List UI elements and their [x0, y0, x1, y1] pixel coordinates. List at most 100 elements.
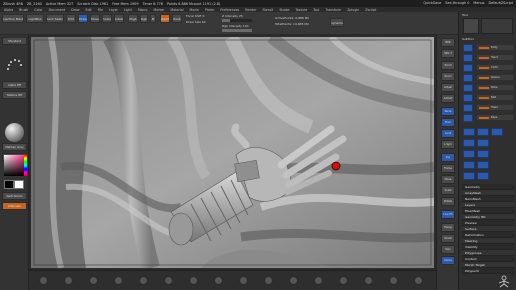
- xyz-button[interactable]: Xyz: [441, 153, 455, 162]
- z-intensity-slider[interactable]: [222, 19, 252, 22]
- tool-preview[interactable]: [481, 18, 513, 34]
- xpose-button[interactable]: Xpose: [441, 256, 455, 265]
- brush-slot-icon[interactable]: [214, 276, 223, 285]
- brush-slot-icon[interactable]: [189, 276, 198, 285]
- subtool-visibility-toggle[interactable]: [463, 44, 473, 52]
- linefill-button[interactable]: Line Fill: [441, 210, 455, 219]
- rgb-intensity-slider[interactable]: [222, 29, 252, 32]
- m-button[interactable]: M: [150, 14, 156, 23]
- material-selector[interactable]: MatCap Gray: [2, 143, 27, 151]
- brush-slot-icon[interactable]: [239, 276, 248, 285]
- brush-slot-icon[interactable]: [114, 276, 123, 285]
- menu-brush[interactable]: Brush: [19, 8, 28, 12]
- aahalf-button[interactable]: AAHalf: [441, 94, 455, 103]
- persp-button[interactable]: Persp: [441, 107, 455, 116]
- subtool-visibility-toggle[interactable]: [463, 104, 473, 112]
- subtool-visibility-toggle[interactable]: [463, 94, 473, 102]
- subtool-action-button[interactable]: [477, 128, 489, 136]
- brush-slot-icon[interactable]: [139, 276, 148, 285]
- rotate-view-button[interactable]: Rotate: [441, 197, 455, 206]
- subtool-visibility-toggle[interactable]: [463, 114, 473, 122]
- menu-layer[interactable]: Layer: [109, 8, 118, 12]
- subtool-item[interactable]: Body: [477, 45, 513, 50]
- subtool-action-button[interactable]: [491, 128, 503, 136]
- menu-stencil[interactable]: Stencil: [263, 8, 274, 12]
- scroll-button[interactable]: Scroll: [441, 61, 455, 70]
- brush-slot-icon[interactable]: [314, 276, 323, 285]
- transp-button[interactable]: Transp: [441, 223, 455, 232]
- scale-button[interactable]: Scale: [102, 14, 112, 23]
- alternate-button[interactable]: Alternate: [2, 202, 27, 210]
- menu-zscript[interactable]: Zscript: [365, 8, 376, 12]
- rgb-button[interactable]: Rgb: [140, 14, 148, 23]
- dynamic-button[interactable]: Dynamic: [330, 18, 344, 27]
- subtool-visibility-toggle[interactable]: [463, 64, 473, 72]
- spix-button[interactable]: SPix 3: [441, 49, 455, 58]
- lsym-button[interactable]: L.Sym: [441, 140, 455, 149]
- quicksave-button[interactable]: QuickSave: [423, 1, 441, 5]
- menu-document[interactable]: Document: [49, 8, 66, 12]
- subtool-visibility-toggle[interactable]: [463, 54, 473, 62]
- sculpt-viewport[interactable]: [31, 37, 434, 268]
- zsub-button[interactable]: Zsub: [172, 14, 182, 23]
- brush-slot-icon[interactable]: [364, 276, 373, 285]
- alpha-selector[interactable]: Alpha Off: [2, 81, 27, 89]
- main-color-swatch[interactable]: [4, 180, 14, 189]
- document-canvas[interactable]: [29, 35, 436, 270]
- brush-slot-icon[interactable]: [264, 276, 273, 285]
- zoom-button[interactable]: Zoom: [441, 72, 455, 81]
- subtool-visibility-toggle[interactable]: [463, 84, 473, 92]
- menus-button[interactable]: Menus: [473, 1, 484, 5]
- brush-slot-icon[interactable]: [389, 276, 398, 285]
- subtool-item[interactable]: Belt: [477, 95, 513, 100]
- brush-selector[interactable]: Standard: [2, 37, 27, 45]
- subtool-action-button[interactable]: [477, 150, 489, 158]
- frame-button[interactable]: Frame: [441, 164, 455, 173]
- floor-button[interactable]: Floor: [441, 118, 455, 127]
- menu-edit[interactable]: Edit: [85, 8, 91, 12]
- stroke-icon[interactable]: [4, 55, 24, 77]
- mrgb-button[interactable]: Mrgb: [128, 14, 138, 23]
- menu-render[interactable]: Render: [245, 8, 256, 12]
- seethrough-slider[interactable]: See-through 0: [445, 1, 469, 5]
- subtool-visibility-toggle[interactable]: [463, 74, 473, 82]
- subtool-action-button[interactable]: [477, 172, 489, 180]
- menu-draw[interactable]: Draw: [71, 8, 79, 12]
- brush-slot-icon[interactable]: [89, 276, 98, 285]
- subtool-item[interactable]: Sleeve: [477, 75, 513, 80]
- solo-button[interactable]: Solo: [441, 245, 455, 254]
- subtool-action-button[interactable]: [463, 128, 475, 136]
- quick-sketch-button[interactable]: Quick Sketch: [46, 14, 64, 23]
- hue-strip[interactable]: [24, 155, 27, 176]
- switch-color-button[interactable]: SwitchColor: [2, 192, 27, 200]
- brush-slot-icon[interactable]: [164, 276, 173, 285]
- menu-macro[interactable]: Macro: [138, 8, 148, 12]
- subtool-item[interactable]: Head: [477, 105, 513, 110]
- subtool-item[interactable]: Robe: [477, 85, 513, 90]
- menu-preferences[interactable]: Preferences: [220, 8, 239, 12]
- menu-stroke[interactable]: Stroke: [279, 8, 289, 12]
- projection-master-button[interactable]: Projection Master: [2, 14, 24, 23]
- menu-movie[interactable]: Movie: [189, 8, 198, 12]
- subtool-action-button[interactable]: [463, 161, 475, 169]
- menu-zplugin[interactable]: Zplugin: [347, 8, 359, 12]
- local-button[interactable]: Local: [441, 129, 455, 138]
- edit-button[interactable]: Edit: [66, 14, 76, 23]
- rotate-button[interactable]: Rotate: [114, 14, 124, 23]
- default-script-button[interactable]: DefaultZScript: [488, 1, 513, 5]
- subtool-action-button[interactable]: [463, 172, 475, 180]
- subtool-item[interactable]: Base: [477, 115, 513, 120]
- move-button[interactable]: Move: [90, 14, 100, 23]
- scale-view-button[interactable]: Scale: [441, 186, 455, 195]
- bpr-button[interactable]: BPR: [441, 38, 455, 47]
- menu-transform[interactable]: Transform: [325, 8, 341, 12]
- menu-material[interactable]: Material: [171, 8, 184, 12]
- texture-selector[interactable]: Texture Off: [2, 91, 27, 99]
- menu-marker[interactable]: Marker: [154, 8, 165, 12]
- brush-slot-icon[interactable]: [64, 276, 73, 285]
- lightbox-button[interactable]: LightBox: [26, 14, 44, 23]
- brush-slot-icon[interactable]: [414, 276, 423, 285]
- subtool-item[interactable]: Cloth: [477, 65, 513, 70]
- color-picker[interactable]: [4, 155, 27, 176]
- brush-slot-icon[interactable]: [289, 276, 298, 285]
